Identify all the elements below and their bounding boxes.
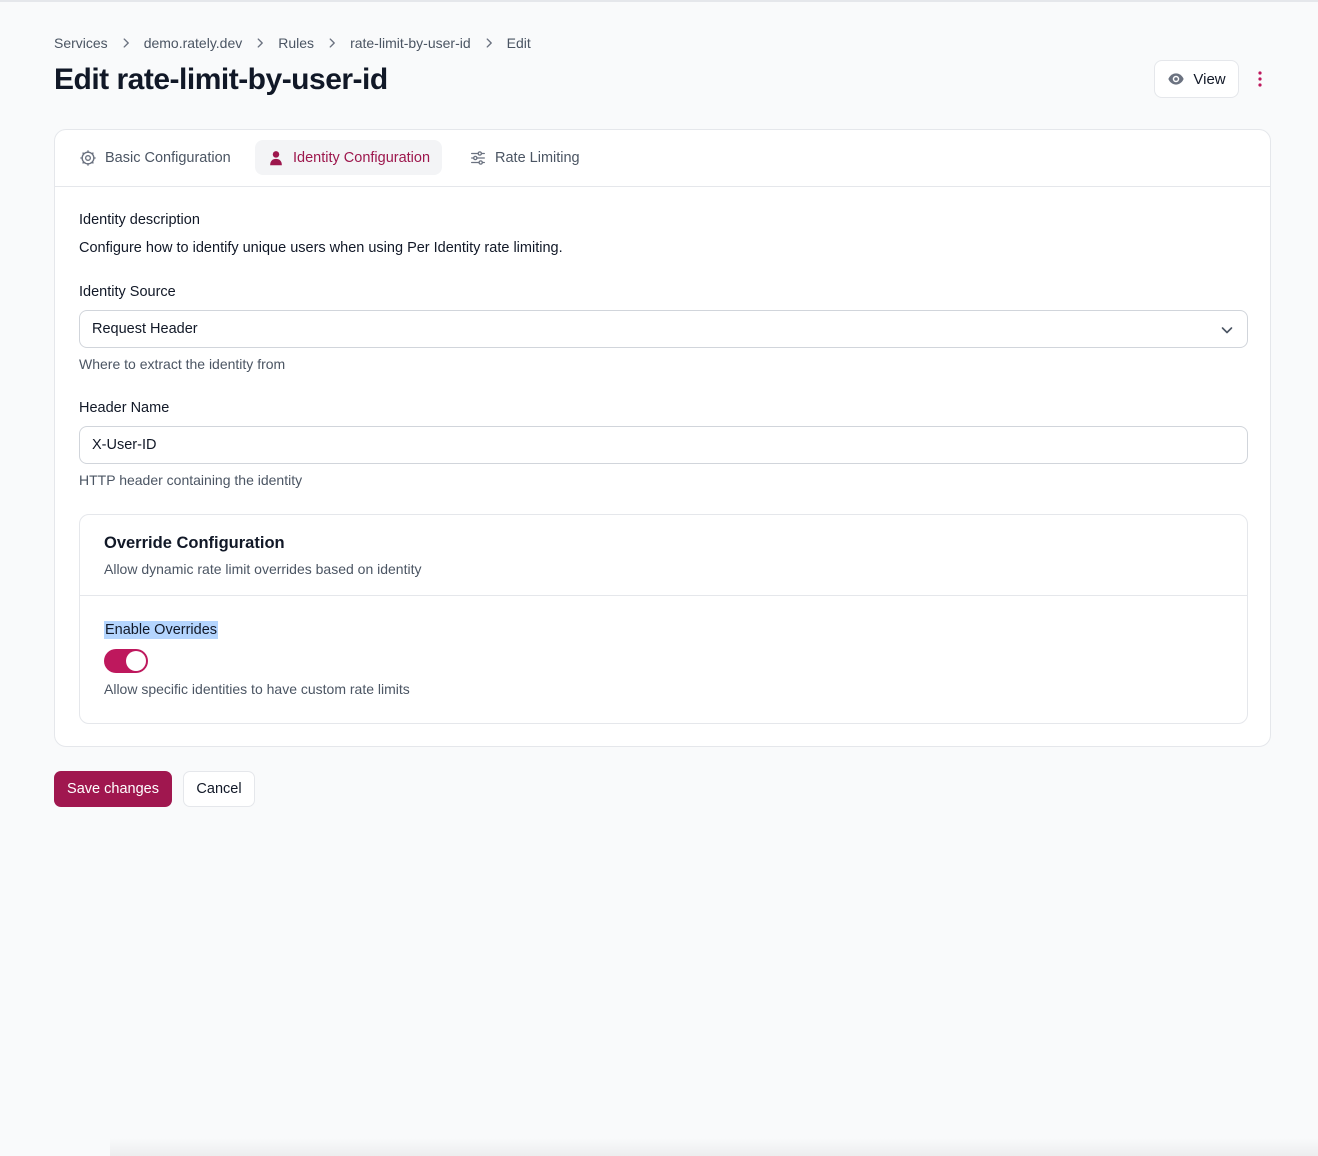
breadcrumb-current: Edit — [506, 35, 531, 51]
breadcrumb: Services demo.rately.dev Rules rate-limi… — [54, 33, 531, 53]
chevron-right-icon — [242, 36, 278, 50]
gear-icon — [79, 149, 97, 167]
edit-form-card: Basic Configuration Identity Configurati… — [54, 129, 1271, 747]
override-card-description: Allow dynamic rate limit overrides based… — [104, 561, 422, 577]
toggle-knob — [126, 651, 146, 671]
identity-source-select[interactable]: Request Header — [79, 310, 1248, 348]
tab-label: Basic Configuration — [105, 149, 231, 166]
tab-label: Rate Limiting — [495, 149, 580, 166]
header-name-input[interactable]: X-User-ID — [79, 426, 1248, 464]
header-name-value: X-User-ID — [92, 437, 157, 453]
header-name-help: HTTP header containing the identity — [79, 472, 303, 488]
identity-source-label: Identity Source — [79, 284, 176, 300]
chevron-right-icon — [471, 36, 507, 50]
bottom-shadow — [110, 1138, 1318, 1156]
tab-identity-configuration[interactable]: Identity Configuration — [255, 140, 443, 175]
chevron-right-icon — [108, 36, 144, 50]
identity-description-text: Configure how to identify unique users w… — [79, 240, 563, 256]
view-button-label: View — [1193, 70, 1226, 88]
more-vertical-icon — [1252, 70, 1268, 88]
view-button[interactable]: View — [1154, 60, 1239, 98]
chevron-right-icon — [314, 36, 350, 50]
enable-overrides-label: Enable Overrides — [104, 621, 219, 639]
more-options-button[interactable] — [1250, 66, 1270, 92]
enable-overrides-help: Allow specific identities to have custom… — [104, 681, 410, 697]
page-title: Edit rate-limit-by-user-id — [54, 63, 388, 96]
enable-overrides-toggle[interactable] — [104, 649, 148, 673]
save-button[interactable]: Save changes — [54, 771, 172, 807]
breadcrumb-services[interactable]: Services — [54, 35, 108, 51]
identity-description-label: Identity description — [79, 212, 200, 228]
tab-label: Identity Configuration — [293, 149, 431, 166]
chevron-down-icon — [1219, 322, 1235, 338]
breadcrumb-service-domain[interactable]: demo.rately.dev — [144, 35, 243, 51]
identity-source-value: Request Header — [92, 321, 198, 337]
override-card-header: Override Configuration Allow dynamic rat… — [80, 515, 1247, 596]
sliders-icon — [469, 149, 487, 167]
tab-basic-configuration[interactable]: Basic Configuration — [67, 140, 243, 175]
eye-icon — [1167, 70, 1185, 88]
breadcrumb-rule[interactable]: rate-limit-by-user-id — [350, 35, 471, 51]
override-configuration-card: Override Configuration Allow dynamic rat… — [79, 514, 1248, 724]
header-name-label: Header Name — [79, 400, 170, 416]
identity-source-help: Where to extract the identity from — [79, 356, 286, 372]
breadcrumb-rules[interactable]: Rules — [278, 35, 314, 51]
override-card-title: Override Configuration — [104, 534, 285, 552]
cancel-button[interactable]: Cancel — [183, 771, 255, 807]
tab-bar: Basic Configuration Identity Configurati… — [55, 130, 1270, 187]
user-icon — [267, 149, 285, 167]
tab-rate-limiting[interactable]: Rate Limiting — [457, 140, 592, 175]
top-border — [0, 0, 1318, 2]
